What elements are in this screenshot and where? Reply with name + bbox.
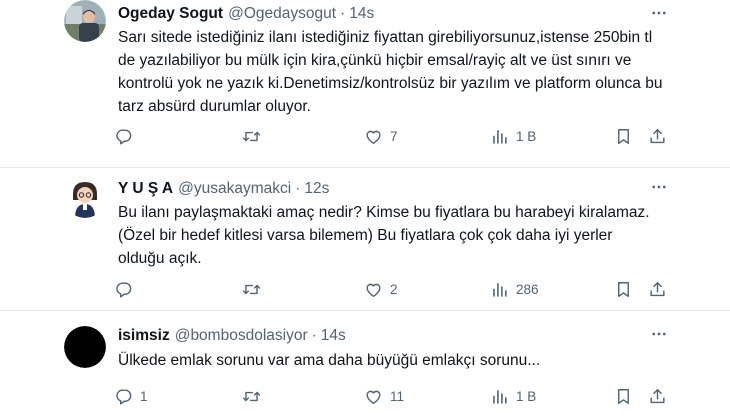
heart-icon [364,280,383,299]
reply-button[interactable] [114,125,140,147]
reply-icon [114,280,133,299]
views-icon [490,127,509,146]
heart-icon [364,127,383,146]
bookmark-button[interactable] [614,385,633,407]
share-button[interactable] [648,125,667,147]
view-count: 1 B [516,388,537,404]
tweet-text: Sarı sitede istediğiniz ilanı istediğini… [118,29,663,115]
reply-button[interactable]: 1 [114,385,148,407]
avatar[interactable] [64,176,106,218]
share-icon [648,387,667,406]
like-count: 7 [390,128,398,144]
reply-icon [114,387,133,406]
tweet-header: Y U Ş A @yusakaymakci · 12s [118,180,329,198]
action-bar: 1 11 1 B [108,385,668,407]
bookmark-button[interactable] [614,278,633,300]
heart-icon [364,387,383,406]
tweet-header: isimsiz @bombosdolasiyor · 14s [118,327,346,345]
retweet-button[interactable] [242,278,268,300]
view-count: 286 [516,281,539,297]
bookmark-button[interactable] [614,125,633,147]
action-bar: 2 286 [108,278,668,300]
like-button[interactable]: 2 [364,278,398,300]
share-icon [648,127,667,146]
tweet-2[interactable]: Y U Ş A @yusakaymakci · 12s Bu ilanı pay… [0,168,730,309]
retweet-icon [242,280,261,299]
views-icon [490,280,509,299]
share-button[interactable] [648,278,667,300]
timestamp[interactable]: 14s [349,5,374,23]
reply-icon [114,127,133,146]
more-icon [650,325,668,343]
separator-dot: · [340,5,346,22]
author-name[interactable]: isimsiz [118,327,170,345]
author-name[interactable]: Y U Ş A [118,180,173,198]
retweet-icon [242,127,261,146]
tweet-text: Bu ilanı paylaşmaktaki amaç nedir? Kimse… [118,204,650,267]
avatar-image [64,176,106,218]
more-button[interactable] [648,4,670,22]
author-handle[interactable]: @bombosdolasiyor [175,327,308,345]
share-button[interactable] [648,385,667,407]
author-handle[interactable]: @Ogedaysogut [228,5,336,23]
author-name[interactable]: Ogeday Sogut [118,5,223,23]
separator-dot: · [311,327,317,344]
avatar[interactable] [64,0,106,42]
views-icon [490,387,509,406]
tweet-text: Ülkede emlak sorunu var ama daha büyüğü … [118,352,541,369]
bookmark-icon [614,387,633,406]
more-icon [650,4,668,22]
views-button[interactable]: 1 B [490,125,536,147]
share-icon [648,280,667,299]
views-button[interactable]: 286 [490,278,539,300]
timestamp[interactable]: 12s [304,180,329,198]
retweet-button[interactable] [242,125,268,147]
tweet-header: Ogeday Sogut @Ogedaysogut · 14s [118,5,374,23]
like-button[interactable]: 7 [364,125,398,147]
retweet-icon [242,387,261,406]
tweet-1[interactable]: Ogeday Sogut @Ogedaysogut · 14s Sarı sit… [0,0,730,166]
avatar-image [64,326,106,368]
author-handle[interactable]: @yusakaymakci [178,180,291,198]
tweet-3[interactable]: isimsiz @bombosdolasiyor · 14s Ülkede em… [0,311,730,420]
more-icon [650,178,668,196]
like-button[interactable]: 11 [364,385,404,407]
more-button[interactable] [648,178,670,196]
bookmark-icon [614,280,633,299]
like-count: 2 [390,281,398,297]
avatar-image [64,0,106,42]
more-button[interactable] [648,325,670,343]
retweet-button[interactable] [242,385,268,407]
separator-dot: · [295,180,301,197]
reply-button[interactable] [114,278,140,300]
avatar[interactable] [64,326,106,368]
like-count: 11 [390,388,405,404]
action-bar: 7 1 B [108,125,668,147]
reply-count: 1 [140,388,148,404]
timestamp[interactable]: 14s [321,327,346,345]
bookmark-icon [614,127,633,146]
views-button[interactable]: 1 B [490,385,536,407]
view-count: 1 B [516,128,537,144]
